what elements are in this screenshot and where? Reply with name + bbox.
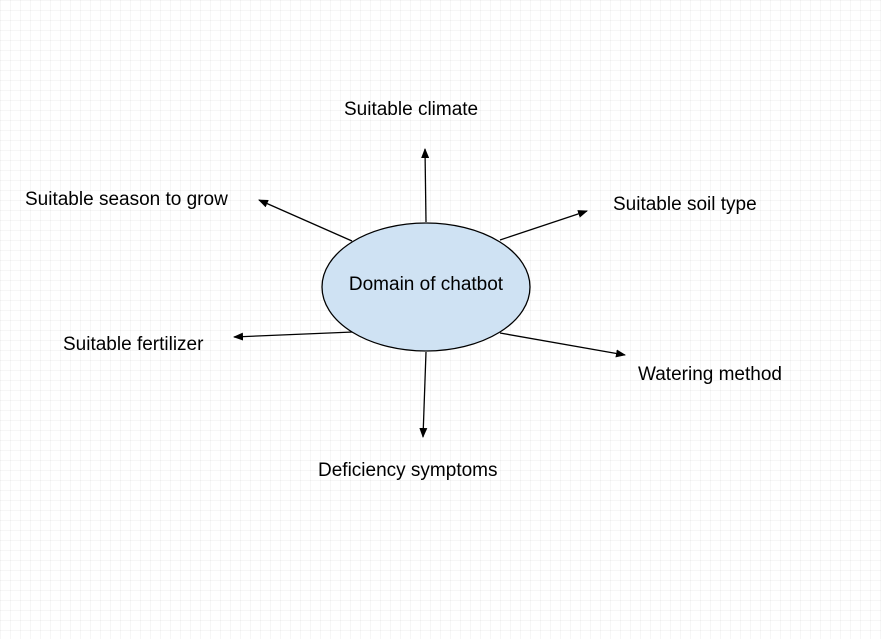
- branch-label-suitable-fertilizer: Suitable fertilizer: [63, 334, 204, 355]
- arrow-to-suitable-climate: [421, 148, 430, 223]
- branch-label-deficiency-symptoms: Deficiency symptoms: [318, 460, 498, 481]
- arrow-to-deficiency-symptoms: [419, 351, 428, 438]
- arrow-to-suitable-season: [258, 199, 353, 242]
- arrow-to-suitable-fertilizer: [233, 331, 354, 341]
- arrow-to-suitable-soil-type: [499, 210, 588, 241]
- branch-label-watering-method: Watering method: [638, 364, 782, 385]
- arrow-to-watering-method: [499, 332, 626, 358]
- branch-label-suitable-climate: Suitable climate: [344, 99, 479, 120]
- branch-label-suitable-season: Suitable season to grow: [25, 189, 228, 210]
- center-node-label: Domain of chatbot: [348, 274, 504, 295]
- branch-label-suitable-soil-type: Suitable soil type: [613, 194, 757, 215]
- mind-map-diagram: [233, 148, 626, 438]
